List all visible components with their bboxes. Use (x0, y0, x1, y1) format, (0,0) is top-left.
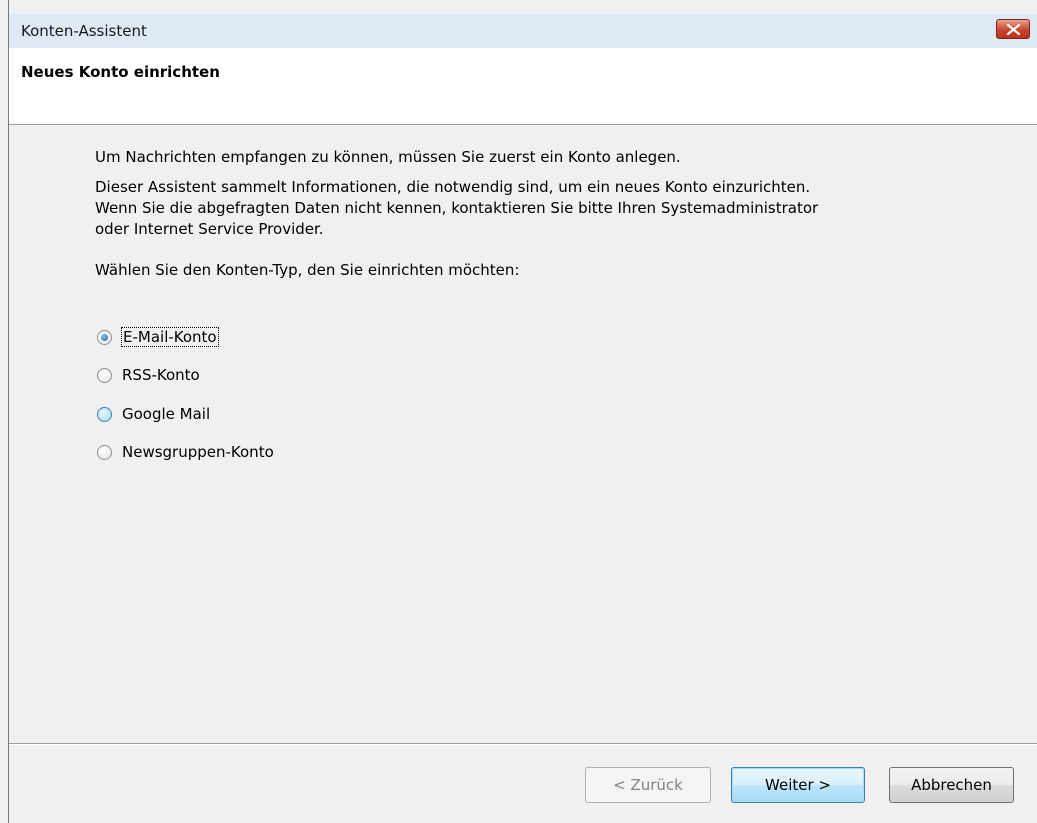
radio-option-email[interactable]: E-Mail-Konto (97, 325, 219, 349)
radio-button-hover[interactable] (97, 406, 112, 422)
wizard-content: Um Nachrichten empfangen zu können, müss… (9, 125, 1037, 743)
radio-option-newsgroups[interactable]: Newsgruppen-Konto (97, 440, 274, 464)
radio-label-rss[interactable]: RSS-Konto (122, 366, 200, 384)
radio-button-checked[interactable] (97, 329, 112, 345)
close-button[interactable] (996, 19, 1030, 39)
radio-option-google-mail[interactable]: Google Mail (97, 402, 210, 426)
next-button[interactable]: Weiter > (731, 767, 865, 803)
account-wizard-window: Konten-Assistent Neues Konto einrichten … (0, 0, 1037, 823)
close-icon (1007, 24, 1020, 35)
radio-label-newsgroups[interactable]: Newsgruppen-Konto (122, 443, 274, 461)
radio-button[interactable] (97, 367, 112, 383)
footer-separator-highlight (9, 744, 1037, 745)
description-text: Dieser Assistent sammelt Informationen, … (95, 178, 819, 238)
back-button[interactable]: < Zurück (585, 767, 711, 803)
radio-button[interactable] (97, 444, 112, 460)
window-title: Konten-Assistent (21, 22, 147, 40)
cancel-button[interactable]: Abbrechen (889, 767, 1014, 803)
page-title: Neues Konto einrichten (21, 63, 220, 81)
prompt-text: Wählen Sie den Konten-Typ, den Sie einri… (95, 261, 520, 279)
radio-option-rss[interactable]: RSS-Konto (97, 363, 200, 387)
radio-label-google-mail[interactable]: Google Mail (122, 405, 210, 423)
radio-label-email[interactable]: E-Mail-Konto (121, 327, 219, 347)
intro-text: Um Nachrichten empfangen zu können, müss… (95, 148, 681, 166)
wizard-header: Neues Konto einrichten (9, 48, 1037, 125)
title-bar[interactable]: Konten-Assistent (9, 14, 1037, 49)
